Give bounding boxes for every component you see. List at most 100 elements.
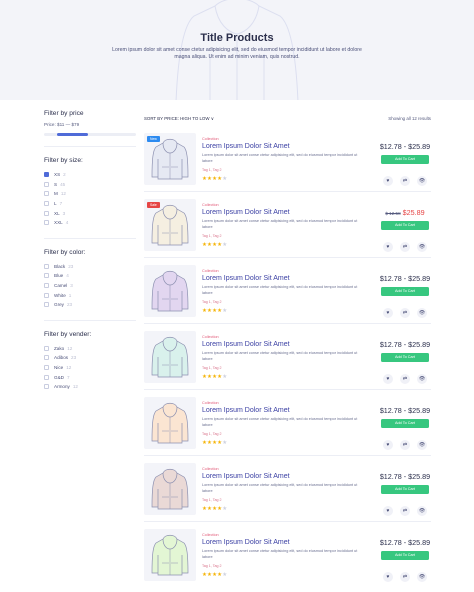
size-checkbox[interactable] xyxy=(44,201,49,207)
quick-view-icon[interactable]: 👁 xyxy=(417,506,427,516)
product-icon-actions: ♥ ⇄ 👁 xyxy=(383,572,427,582)
add-to-cart-button[interactable]: Add To Cart xyxy=(381,221,429,230)
product-name[interactable]: Lorem Ipsum Dolor Sit Amet xyxy=(202,341,362,350)
price-range-slider[interactable] xyxy=(44,133,136,136)
product-name[interactable]: Lorem Ipsum Dolor Sit Amet xyxy=(202,407,362,416)
heart-icon[interactable]: ♥ xyxy=(383,374,393,384)
product-thumbnail[interactable]: New xyxy=(144,133,196,185)
product-category[interactable]: Collection xyxy=(202,137,362,141)
add-to-cart-button[interactable]: Add To Cart xyxy=(381,155,429,164)
product-tags[interactable]: Tag 1, Tag 2 xyxy=(202,366,362,371)
size-checkbox[interactable] xyxy=(44,191,49,197)
color-option-white[interactable]: White 1 xyxy=(44,290,136,300)
product-category[interactable]: Collection xyxy=(202,467,362,471)
quick-view-icon[interactable]: 👁 xyxy=(417,572,427,582)
color-checkbox[interactable] xyxy=(44,283,49,289)
color-checkbox[interactable] xyxy=(44,273,49,279)
vendor-checkbox[interactable] xyxy=(44,355,49,361)
product-price: $12.78 - $25.89 xyxy=(379,340,431,349)
sort-dropdown[interactable]: SORT BY PRICE: HIGH TO LOW ∨ xyxy=(144,116,214,122)
add-to-cart-button[interactable]: Add To Cart xyxy=(381,551,429,560)
product-name[interactable]: Lorem Ipsum Dolor Sit Amet xyxy=(202,473,362,482)
vendor-option-gd[interactable]: G&D 7 xyxy=(44,372,136,382)
quick-view-icon[interactable]: 👁 xyxy=(417,374,427,384)
product-description: Lorem ipsum dolor sit amet conse ctetur … xyxy=(202,219,358,229)
quick-view-icon[interactable]: 👁 xyxy=(417,242,427,252)
size-checkbox[interactable] xyxy=(44,220,49,226)
vendor-option-zako[interactable]: Zako 12 xyxy=(44,344,136,354)
heart-icon[interactable]: ♥ xyxy=(383,242,393,252)
heart-icon[interactable]: ♥ xyxy=(383,176,393,186)
product-name[interactable]: Lorem Ipsum Dolor Sit Amet xyxy=(202,539,362,548)
size-checkbox[interactable] xyxy=(44,172,49,178)
color-option-count: 4 xyxy=(66,273,69,279)
product-thumbnail[interactable] xyxy=(144,331,196,383)
product-card: Collection Lorem Ipsum Dolor Sit Amet Lore… xyxy=(144,463,431,519)
compare-icon[interactable]: ⇄ xyxy=(400,308,410,318)
quick-view-icon[interactable]: 👁 xyxy=(417,176,427,186)
add-to-cart-button[interactable]: Add To Cart xyxy=(381,353,429,362)
color-option-blue[interactable]: Blue 4 xyxy=(44,271,136,281)
color-option-camel[interactable]: Camel 3 xyxy=(44,281,136,291)
size-option-xl[interactable]: XL 3 xyxy=(44,208,136,218)
product-category[interactable]: Collection xyxy=(202,335,362,339)
product-thumbnail[interactable]: Sale xyxy=(144,199,196,251)
color-option-count: 3 xyxy=(70,283,73,289)
vendor-checkbox[interactable] xyxy=(44,345,49,351)
compare-icon[interactable]: ⇄ xyxy=(400,572,410,582)
color-option-grey[interactable]: Grey 23 xyxy=(44,300,136,310)
compare-icon[interactable]: ⇄ xyxy=(400,374,410,384)
product-category[interactable]: Collection xyxy=(202,533,362,537)
add-to-cart-button[interactable]: Add To Cart xyxy=(381,485,429,494)
product-thumbnail[interactable] xyxy=(144,463,196,515)
vendor-checkbox[interactable] xyxy=(44,374,49,380)
product-tags[interactable]: Tag 1, Tag 2 xyxy=(202,168,362,173)
product-tags[interactable]: Tag 1, Tag 2 xyxy=(202,234,362,239)
compare-icon[interactable]: ⇄ xyxy=(400,506,410,516)
product-name[interactable]: Lorem Ipsum Dolor Sit Amet xyxy=(202,143,362,152)
product-sale-price: $25.89 xyxy=(402,208,425,217)
product-tags[interactable]: Tag 1, Tag 2 xyxy=(202,564,362,569)
product-tags[interactable]: Tag 1, Tag 2 xyxy=(202,300,362,305)
product-thumbnail[interactable] xyxy=(144,397,196,449)
product-thumbnail[interactable] xyxy=(144,529,196,581)
price-range-fill[interactable] xyxy=(57,133,88,136)
vendor-option-nice[interactable]: Nice 12 xyxy=(44,363,136,373)
quick-view-icon[interactable]: 👁 xyxy=(417,440,427,450)
compare-icon[interactable]: ⇄ xyxy=(400,440,410,450)
size-checkbox[interactable] xyxy=(44,210,49,216)
size-option-xxl[interactable]: XXL 4 xyxy=(44,218,136,228)
heart-icon[interactable]: ♥ xyxy=(383,440,393,450)
size-option-s[interactable]: S 45 xyxy=(44,180,136,190)
add-to-cart-button[interactable]: Add To Cart xyxy=(381,419,429,428)
product-category[interactable]: Collection xyxy=(202,401,362,405)
heart-icon[interactable]: ♥ xyxy=(383,506,393,516)
size-option-xs[interactable]: XS 2 xyxy=(44,170,136,180)
product-name[interactable]: Lorem Ipsum Dolor Sit Amet xyxy=(202,275,362,284)
size-checkbox[interactable] xyxy=(44,181,49,187)
color-option-black[interactable]: Black 23 xyxy=(44,262,136,272)
size-option-m[interactable]: M 12 xyxy=(44,189,136,199)
product-name[interactable]: Lorem Ipsum Dolor Sit Amet xyxy=(202,209,362,218)
product-tags[interactable]: Tag 1, Tag 2 xyxy=(202,498,362,503)
vendor-option-armony[interactable]: Armony 12 xyxy=(44,382,136,392)
color-checkbox[interactable] xyxy=(44,292,49,298)
color-checkbox[interactable] xyxy=(44,263,49,269)
heart-icon[interactable]: ♥ xyxy=(383,308,393,318)
product-thumbnail[interactable] xyxy=(144,265,196,317)
product-icon-actions: ♥ ⇄ 👁 xyxy=(383,440,427,450)
vendor-checkbox[interactable] xyxy=(44,365,49,371)
add-to-cart-button[interactable]: Add To Cart xyxy=(381,287,429,296)
compare-icon[interactable]: ⇄ xyxy=(400,242,410,252)
compare-icon[interactable]: ⇄ xyxy=(400,176,410,186)
quick-view-icon[interactable]: 👁 xyxy=(417,308,427,318)
size-option-l[interactable]: L7 xyxy=(44,199,136,209)
vendor-option-adibos[interactable]: Adibos 23 xyxy=(44,353,136,363)
heart-icon[interactable]: ♥ xyxy=(383,572,393,582)
product-actions: $12.78 - $25.89 Add To Cart ♥ ⇄ 👁 xyxy=(379,265,431,318)
product-tags[interactable]: Tag 1, Tag 2 xyxy=(202,432,362,437)
vendor-checkbox[interactable] xyxy=(44,384,49,390)
product-category[interactable]: Collection xyxy=(202,203,362,207)
color-checkbox[interactable] xyxy=(44,302,49,308)
product-category[interactable]: Collection xyxy=(202,269,362,273)
